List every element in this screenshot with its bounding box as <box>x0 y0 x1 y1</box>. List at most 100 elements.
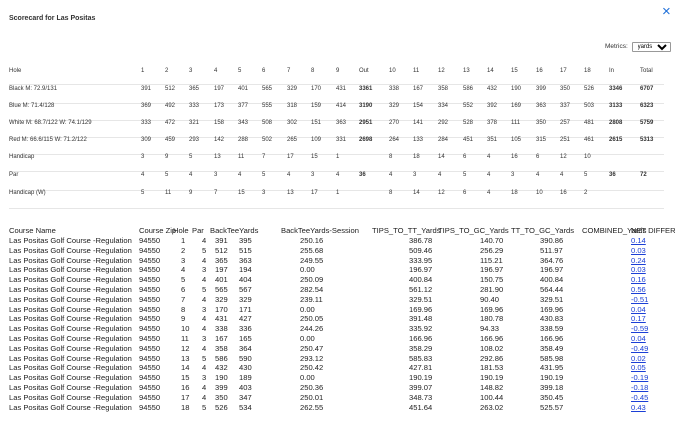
table-cell: 4 <box>202 236 207 245</box>
scorecard-cell: 3346 <box>609 86 623 92</box>
table-cell: 250.09 <box>300 275 324 285</box>
table-cell: 250.36 <box>300 383 324 392</box>
net-difference-link[interactable]: 0.24 <box>631 256 646 265</box>
net-difference-link[interactable]: 0.03 <box>631 265 646 274</box>
scorecard-cell: 173 <box>214 103 225 109</box>
table-cell: 9 <box>181 314 186 324</box>
scorecard-cell: 197 <box>214 86 225 92</box>
table-cell: 350 <box>215 392 228 402</box>
table-cell: Las Positas Golf Course -Regulation <box>9 343 132 353</box>
column-header: Course Name <box>9 226 56 235</box>
scorecard-cell: 5 <box>262 172 266 178</box>
scorecard-cell: 2951 <box>359 120 373 126</box>
scorecard-cell: 6 <box>463 190 467 196</box>
table-row: Las Positas Golf Course -Regulation 94550… <box>9 265 669 275</box>
table-cell: Las Positas Golf Course -Regulation <box>9 314 132 324</box>
scorecard-cell: 431 <box>336 86 347 92</box>
table-cell: 338.59 <box>540 324 564 334</box>
net-difference-link[interactable]: -0.49 <box>631 344 648 353</box>
metrics-label: Metrics: <box>605 43 628 50</box>
scorecard-cell: 333 <box>189 103 200 109</box>
scorecard-cell: 12 <box>560 154 567 160</box>
modal-title: Scorecard for Las Positas <box>9 15 96 22</box>
scorecard-cell: 190 <box>511 86 522 92</box>
net-difference-link[interactable]: -0.18 <box>631 383 648 392</box>
scorecard-cell: 3 <box>262 190 266 196</box>
net-difference-link[interactable]: 0.43 <box>631 403 646 412</box>
table-cell: 94550 <box>139 334 161 343</box>
net-difference-link[interactable]: 0.02 <box>631 354 646 363</box>
scorecard-cell: 142 <box>214 137 225 143</box>
scorecard-cell: 292 <box>438 120 449 126</box>
table-cell: 399.07 <box>409 383 433 392</box>
table-cell: 427 <box>239 314 252 324</box>
scorecard-cell: 16 <box>560 190 567 196</box>
table-cell: Las Positas Golf Course -Regulation <box>9 402 132 412</box>
table-cell: 94.33 <box>480 324 500 334</box>
scorecard-cell: 378 <box>487 120 498 126</box>
scorecard-header-cell: 16 <box>536 68 543 74</box>
table-cell: 365 <box>215 255 228 265</box>
scorecard-cell: 257 <box>560 120 571 126</box>
scorecard-cell: 2808 <box>609 120 623 126</box>
scorecard-header-cell: 3 <box>189 68 193 74</box>
net-difference-link[interactable]: 0.04 <box>631 334 646 343</box>
table-cell: 94550 <box>139 402 161 412</box>
scorecard-cell: 2615 <box>609 137 623 143</box>
table-cell: 427.81 <box>409 363 433 373</box>
table-cell: 197 <box>215 265 228 275</box>
net-difference-link[interactable]: 0.03 <box>631 246 646 255</box>
scorecard-row-label: White M: 68.7/122 W: 74.1/129 <box>9 120 92 126</box>
scorecard-header-cell: 5 <box>238 68 242 74</box>
scorecard-cell: 141 <box>413 120 424 126</box>
table-cell: Las Positas Golf Course -Regulation <box>9 324 132 334</box>
table-cell: 180.78 <box>480 314 504 324</box>
net-difference-link[interactable]: 0.14 <box>631 236 646 245</box>
scorecard-header-cell: 6 <box>262 68 266 74</box>
table-cell: 6 <box>181 285 186 294</box>
table-row: Las Positas Golf Course -Regulation 94550… <box>9 324 669 334</box>
scorecard-cell: 3 <box>311 172 315 178</box>
net-difference-link[interactable]: -0.51 <box>631 295 648 304</box>
table-cell: Las Positas Golf Course -Regulation <box>9 304 132 314</box>
scorecard-header-cell: 7 <box>287 68 291 74</box>
table-cell: 11 <box>181 334 189 343</box>
table-cell: Las Positas Golf Course -Regulation <box>9 392 132 402</box>
table-cell: 94550 <box>139 294 161 304</box>
net-difference-link[interactable]: 0.56 <box>631 285 646 294</box>
table-cell: 363 <box>239 255 252 265</box>
net-difference-link[interactable]: 0.05 <box>631 363 646 372</box>
close-icon[interactable]: × <box>662 4 671 20</box>
table-cell: Las Positas Golf Course -Regulation <box>9 353 132 363</box>
table-cell: 329 <box>239 294 252 304</box>
scorecard-cell: 111 <box>511 120 521 126</box>
net-difference-link[interactable]: -0.45 <box>631 393 648 402</box>
table-cell: 250.16 <box>300 236 324 245</box>
scorecard-cell: 288 <box>238 137 249 143</box>
column-header: BackTeeYards <box>210 226 259 235</box>
table-cell: 250.01 <box>300 392 324 402</box>
net-difference-link[interactable]: -0.19 <box>631 373 648 382</box>
table-cell: 391.48 <box>409 314 433 324</box>
table-cell: 564.44 <box>540 285 564 294</box>
scorecard-cell: 4 <box>487 190 491 196</box>
table-cell: 171 <box>239 304 252 314</box>
scorecard-cell: 4 <box>336 172 340 178</box>
scorecard-cell: 12 <box>438 190 445 196</box>
table-cell: 534 <box>239 402 252 412</box>
net-difference-link[interactable]: 0.16 <box>631 275 646 284</box>
table-cell: 94550 <box>139 324 161 334</box>
net-difference-link[interactable]: 0.17 <box>631 314 646 323</box>
net-difference-link[interactable]: 0.04 <box>631 305 646 314</box>
net-difference-link[interactable]: -0.59 <box>631 324 648 333</box>
table-cell: 338 <box>215 324 228 334</box>
table-cell: 431.95 <box>540 363 564 373</box>
table-cell: 94550 <box>139 373 161 383</box>
metrics-select[interactable]: yards <box>631 42 671 52</box>
scorecard-header-cell: 14 <box>487 68 494 74</box>
table-cell: 391 <box>215 236 228 245</box>
table-cell: 12 <box>181 343 190 353</box>
table-cell: 400.84 <box>540 275 564 285</box>
scorecard-cell: 414 <box>336 103 347 109</box>
table-cell: 3 <box>202 373 207 383</box>
